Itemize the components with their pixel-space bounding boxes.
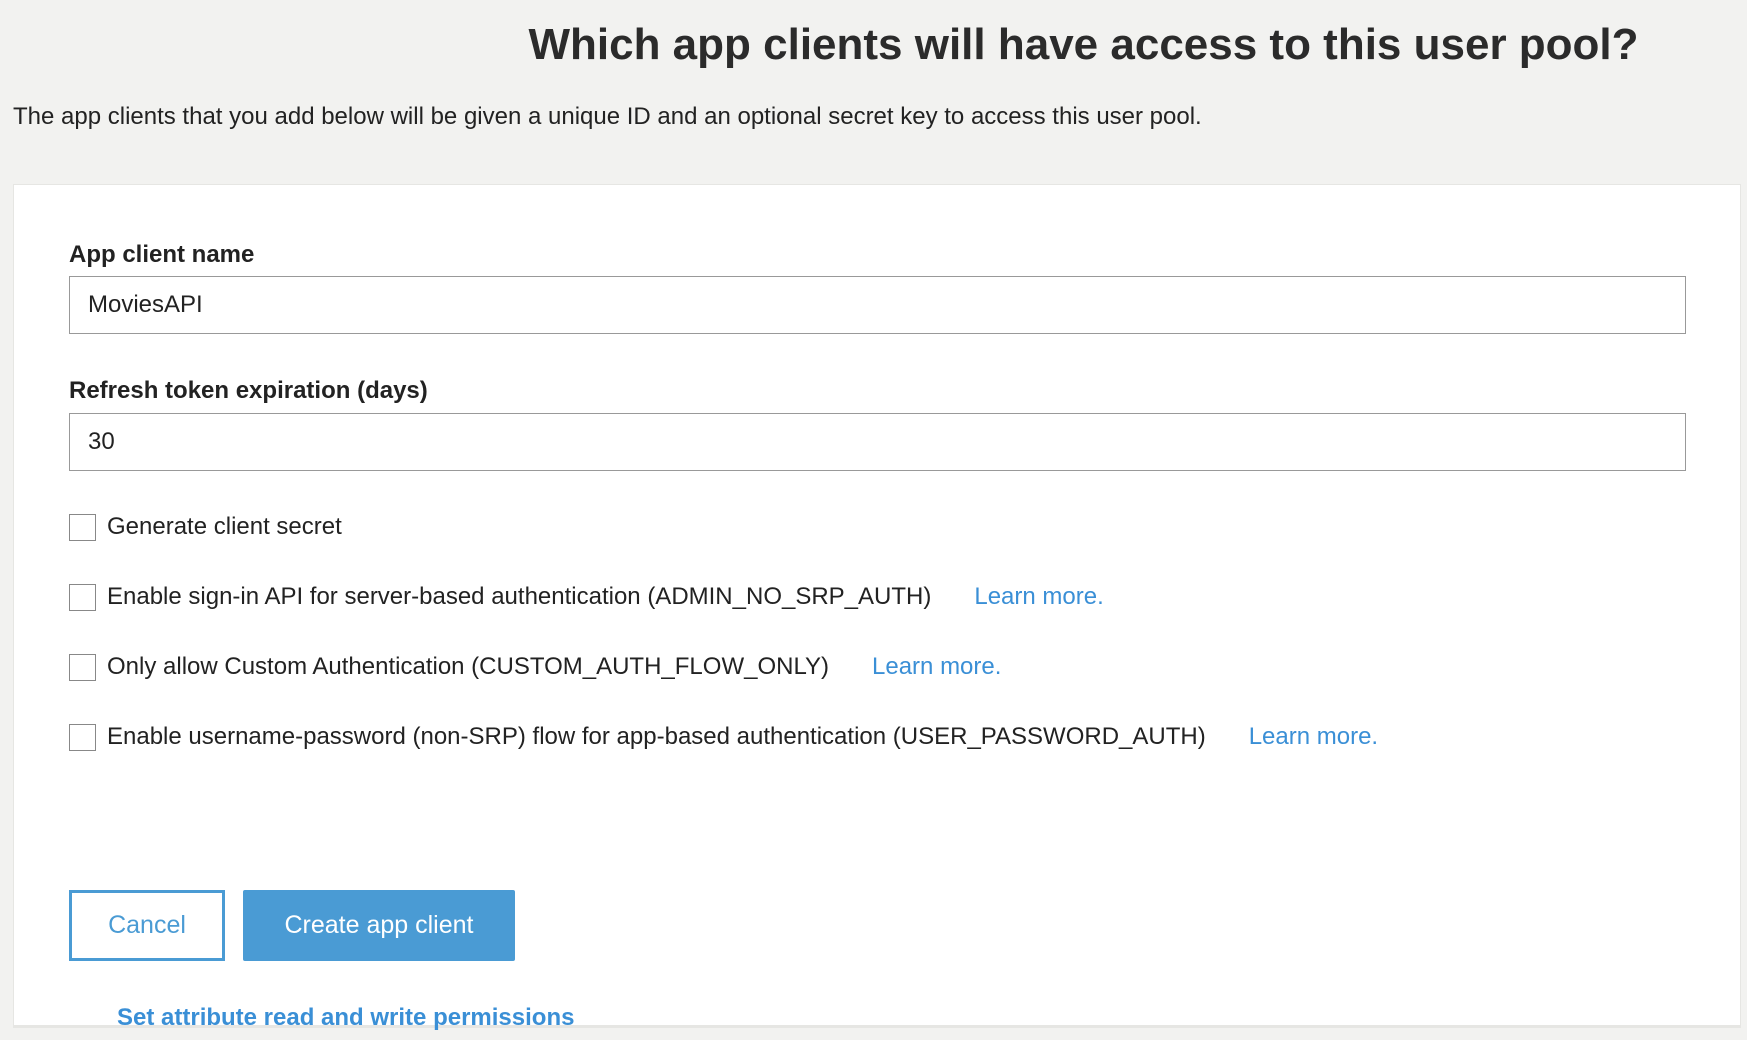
user-password-auth-checkbox[interactable] <box>69 723 96 751</box>
learn-more-link[interactable]: Learn more. <box>1249 723 1378 751</box>
page-subtitle: The app clients that you add below will … <box>13 103 1202 130</box>
app-client-form: App client name Refresh token expiration… <box>13 184 1741 1031</box>
custom-auth-checkbox[interactable] <box>69 653 96 681</box>
create-app-client-button[interactable]: Create app client <box>243 890 515 961</box>
checkbox-label: Enable sign-in API for server-based auth… <box>107 583 932 610</box>
refresh-token-label: Refresh token expiration (days) <box>69 377 428 404</box>
page-title: Which app clients will have access to th… <box>528 20 1639 69</box>
app-client-name-label: App client name <box>69 241 255 268</box>
generate-secret-checkbox[interactable] <box>69 513 96 541</box>
set-attribute-permissions-link[interactable]: Set attribute read and write permissions <box>117 1004 574 1032</box>
cancel-button[interactable]: Cancel <box>69 890 225 961</box>
learn-more-link[interactable]: Learn more. <box>974 583 1103 611</box>
admin-no-srp-row: Enable sign-in API for server-based auth… <box>69 583 1104 611</box>
admin-no-srp-checkbox[interactable] <box>69 583 96 611</box>
app-client-name-input[interactable] <box>69 276 1686 334</box>
checkbox-label: Enable username-password (non-SRP) flow … <box>107 723 1206 750</box>
refresh-token-input[interactable] <box>69 413 1686 471</box>
user-password-auth-row: Enable username-password (non-SRP) flow … <box>69 723 1378 751</box>
checkbox-label: Only allow Custom Authentication (CUSTOM… <box>107 653 830 680</box>
checkbox-label: Generate client secret <box>107 513 342 540</box>
custom-auth-row: Only allow Custom Authentication (CUSTOM… <box>69 653 1001 681</box>
generate-secret-row: Generate client secret <box>69 513 342 541</box>
learn-more-link[interactable]: Learn more. <box>872 653 1001 681</box>
